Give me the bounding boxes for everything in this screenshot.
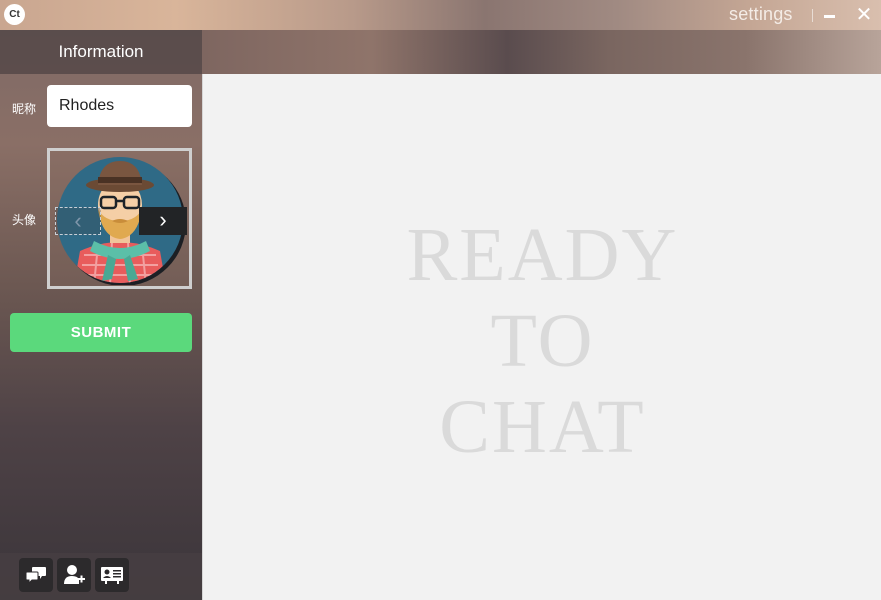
title-separator [812,9,813,22]
add-user-icon[interactable] [57,558,91,592]
chat-bubbles-icon[interactable] [19,558,53,592]
avatar-label: 头像 [12,213,37,227]
close-icon[interactable]: ✕ [854,4,874,26]
watermark-line: TO [490,299,595,383]
sidebar-header: Information [0,30,202,74]
nickname-label: 昵称 [12,102,37,116]
title-bar: Ct settings ✕ [0,0,881,30]
nickname-input[interactable] [47,85,192,127]
ready-to-chat-watermark: READY TO CHAT [203,212,881,470]
avatar-next-button[interactable]: › [139,207,187,235]
minimize-icon[interactable] [824,15,835,18]
bottom-nav [0,553,202,600]
sidebar: Information 昵称 头像 [0,30,202,600]
window-title: settings [729,4,793,24]
avatar-picker: ‹ › [47,148,192,289]
chat-area: READY TO CHAT [202,74,881,600]
watermark-line: CHAT [439,385,646,469]
app-logo-icon: Ct [4,4,25,25]
submit-button[interactable]: SUBMIT [10,313,192,352]
contact-card-icon[interactable] [95,558,129,592]
watermark-line: READY [406,213,679,297]
content-header [202,30,881,74]
avatar-prev-button[interactable]: ‹ [55,207,101,235]
